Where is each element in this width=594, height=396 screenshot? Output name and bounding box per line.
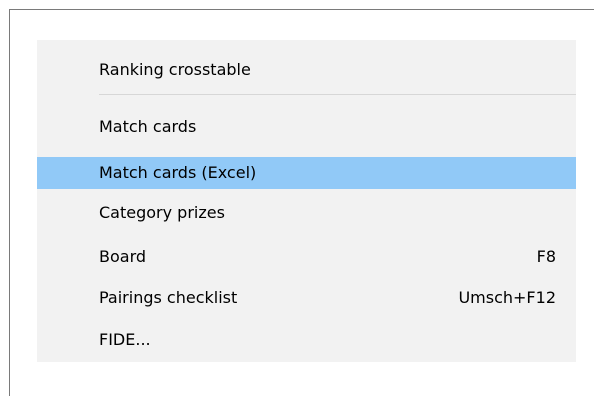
menu-item-label: Category prizes <box>99 203 225 222</box>
menu-item-label: Match cards <box>99 117 197 136</box>
menu-item-label: FIDE... <box>99 330 151 349</box>
context-menu: Ranking crosstable Match cards Match car… <box>37 40 576 362</box>
menu-item-category-prizes[interactable]: Category prizes <box>37 199 576 227</box>
menu-item-fide[interactable]: FIDE... <box>37 326 576 354</box>
menu-item-shortcut: F8 <box>536 247 556 266</box>
menu-item-match-cards[interactable]: Match cards <box>37 113 576 141</box>
menu-item-shortcut: Umsch+F12 <box>458 288 556 307</box>
menu-item-ranking-crosstable[interactable]: Ranking crosstable <box>37 56 576 84</box>
menu-item-pairings-checklist[interactable]: Pairings checklist Umsch+F12 <box>37 284 576 312</box>
menu-separator <box>99 94 576 95</box>
menu-item-match-cards-excel[interactable]: Match cards (Excel) <box>37 157 576 189</box>
menu-item-label: Ranking crosstable <box>99 60 251 79</box>
menu-item-label: Match cards (Excel) <box>99 163 257 182</box>
menu-item-board[interactable]: Board F8 <box>37 243 576 271</box>
menu-item-label: Board <box>99 247 147 266</box>
menu-item-label: Pairings checklist <box>99 288 238 307</box>
